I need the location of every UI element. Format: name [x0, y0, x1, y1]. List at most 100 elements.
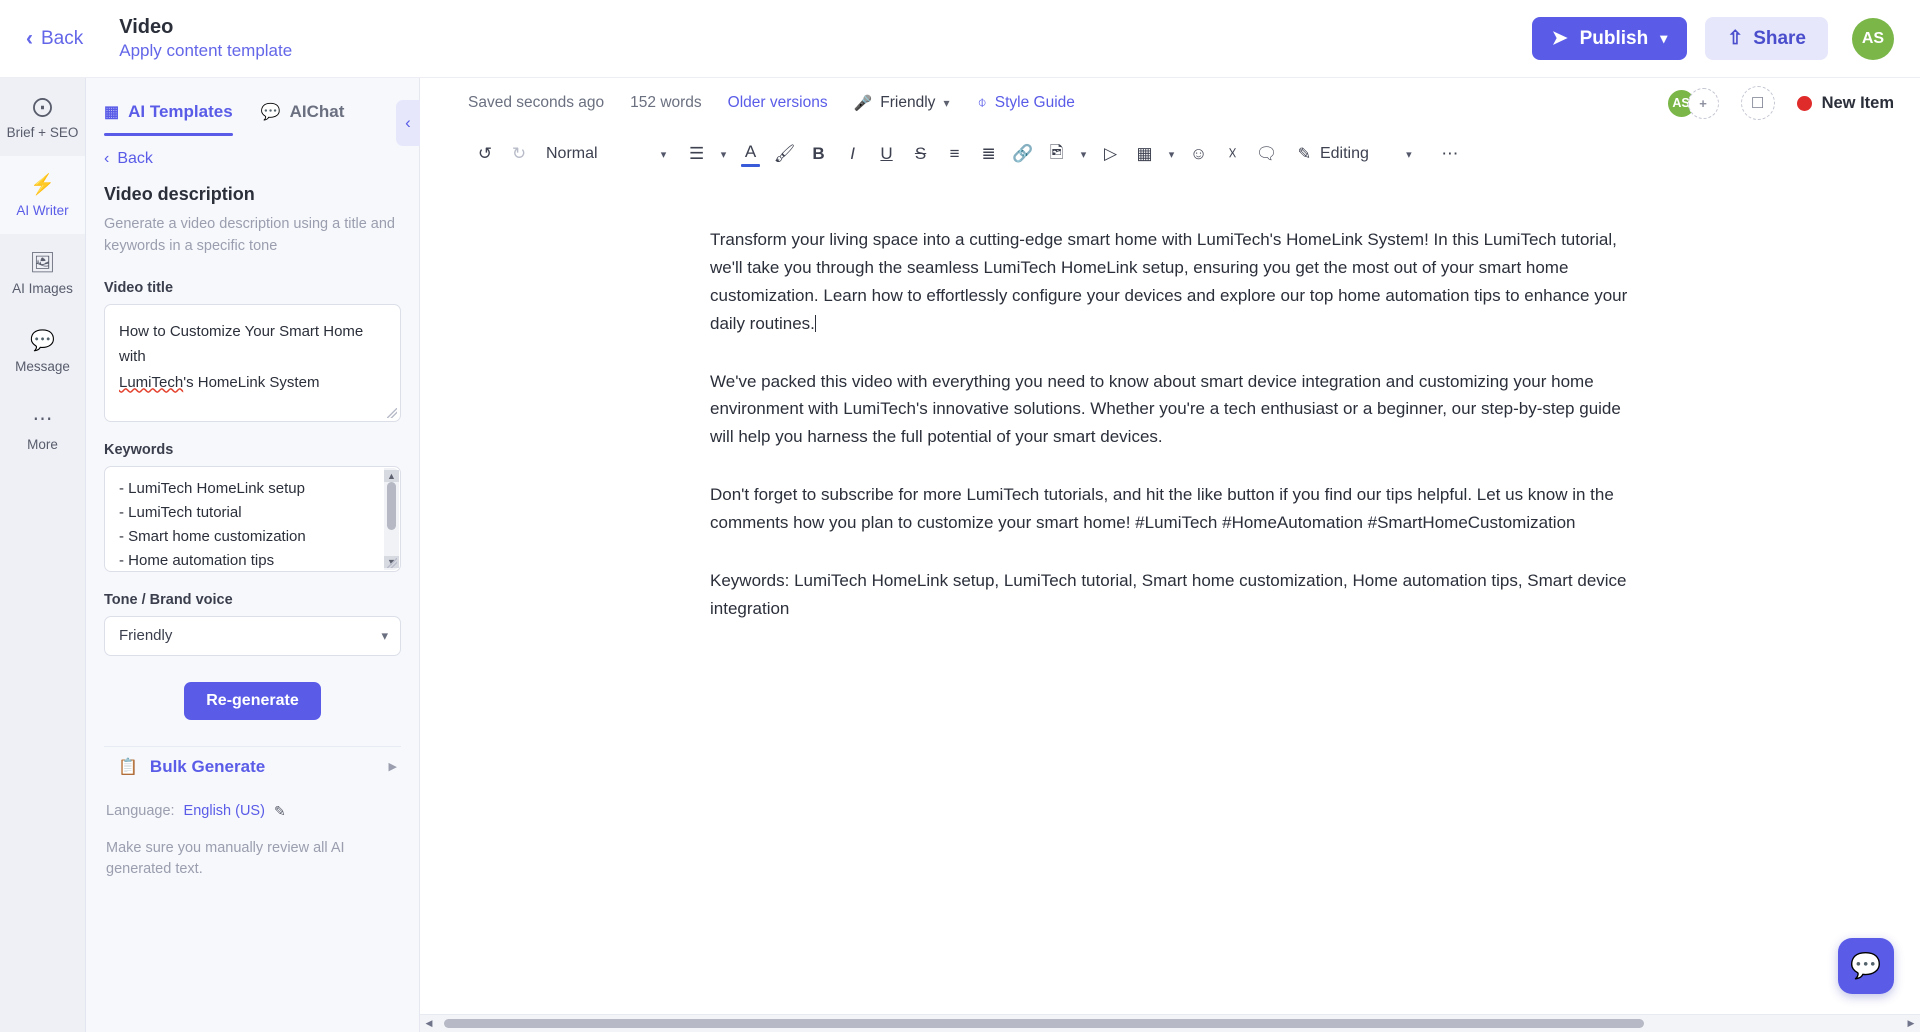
regenerate-button[interactable]: Re-generate: [184, 681, 321, 720]
sidebar-item-ai-images[interactable]: 🖼 AI Images: [0, 234, 85, 312]
image-icon[interactable]: 🖻: [1040, 137, 1074, 171]
chevron-down-icon[interactable]: ▾: [1399, 137, 1419, 171]
paragraph[interactable]: Don't forget to subscribe for more LumiT…: [710, 481, 1630, 537]
chevron-down-icon: ▾: [1660, 30, 1668, 46]
new-item-label: New Item: [1821, 93, 1894, 112]
numbered-list-icon[interactable]: ≣: [972, 137, 1006, 171]
bold-button[interactable]: B: [802, 137, 836, 171]
strikethrough-button[interactable]: S: [904, 137, 938, 171]
pencil-icon: ✎: [1297, 146, 1311, 163]
status-badge: [1796, 95, 1812, 111]
clear-format-icon[interactable]: ☓: [1216, 137, 1250, 171]
scroll-up-icon[interactable]: ▲: [384, 469, 399, 482]
paragraph[interactable]: Transform your living space into a cutti…: [710, 226, 1630, 338]
edit-icon[interactable]: ✎: [274, 803, 286, 820]
scrollbar-track[interactable]: [438, 1015, 1902, 1032]
tab-aichat[interactable]: 💬 AIChat: [261, 88, 345, 136]
sidebar-item-more[interactable]: ⋯ More: [0, 390, 85, 468]
list-item: - Home automation tips: [119, 552, 275, 570]
tab-ai-templates[interactable]: ▦ AI Templates: [104, 88, 233, 136]
panel-back-button[interactable]: ‹ Back: [104, 150, 401, 168]
chevron-down-icon[interactable]: ▾: [714, 137, 734, 171]
scrollbar-thumb[interactable]: [387, 481, 396, 530]
editor-area: Saved seconds ago 152 words Older versio…: [420, 78, 1920, 1032]
editor-toolbar: ↺ ↻ Normal ▾ ☰ ▾ A 🖌 B I U S ≡ ≣ 🔗 🖻 ▾ ▷…: [420, 128, 1920, 180]
chevron-right-icon: ▶: [388, 761, 397, 773]
paragraph-style-value: Normal: [546, 145, 598, 162]
scrollbar-thumb[interactable]: [444, 1018, 1644, 1028]
scroll-right-icon[interactable]: ▶: [1902, 1018, 1920, 1029]
underline-button[interactable]: U: [870, 137, 904, 171]
share-button[interactable]: ⇧ Share: [1705, 17, 1828, 60]
document-canvas[interactable]: Transform your living space into a cutti…: [420, 180, 1920, 1032]
paragraph[interactable]: Keywords: LumiTech HomeLink setup, LumiT…: [710, 567, 1630, 623]
chevron-down-icon: ▾: [381, 627, 388, 643]
chevron-down-icon[interactable]: ▾: [1074, 137, 1094, 171]
horizontal-scrollbar[interactable]: ◀ ▶: [420, 1014, 1920, 1032]
keywords-input[interactable]: - LumiTech HomeLink setup - LumiTech tut…: [104, 465, 401, 572]
emoji-icon[interactable]: ☺: [1182, 137, 1216, 171]
paragraph[interactable]: We've packed this video with everything …: [710, 368, 1630, 452]
link-icon[interactable]: 🔗: [1006, 137, 1040, 171]
highlighter-icon[interactable]: 🖌: [768, 137, 802, 171]
tone-select[interactable]: Friendly ▾: [104, 615, 401, 656]
more-options-icon[interactable]: ⋯: [1433, 137, 1467, 171]
support-chat-button[interactable]: 💬: [1838, 938, 1894, 994]
avatar[interactable]: AS: [1852, 17, 1894, 60]
undo-icon[interactable]: ↺: [468, 137, 502, 171]
upload-icon: ⇧: [1727, 28, 1744, 49]
paragraph-text: Transform your living space into a cutti…: [710, 230, 1628, 333]
template-title: Video description: [104, 184, 255, 204]
scroll-left-icon[interactable]: ◀: [420, 1018, 438, 1029]
body-row: ⨀ Brief + SEO ⚡ AI Writer 🖼 AI Images 💬 …: [0, 78, 1920, 1032]
editing-mode-button[interactable]: ✎ Editing: [1290, 137, 1377, 171]
sidebar-item-label: Message: [15, 358, 70, 374]
language-value[interactable]: English (US): [184, 803, 265, 819]
text-color-bar: [741, 163, 761, 167]
record-video-button[interactable]: ☐: [1740, 86, 1775, 120]
sidebar-item-message[interactable]: 💬 Message: [0, 312, 85, 390]
text-cursor: [814, 314, 817, 332]
paragraph-style-select[interactable]: Normal ▾: [536, 137, 678, 171]
chevron-down-icon[interactable]: ▾: [1162, 137, 1182, 171]
check-circle-icon: ⌽: [977, 94, 987, 111]
style-guide-button[interactable]: ⌽ Style Guide: [977, 94, 1074, 112]
list-item: - Smart home customization: [119, 528, 306, 546]
bulk-generate-row[interactable]: 📋 Bulk Generate ▶: [104, 745, 401, 787]
comment-icon[interactable]: 🗨: [1250, 137, 1284, 171]
video-title-line1: How to Customize Your Smart Home with: [119, 322, 368, 366]
publish-button[interactable]: ➤ Publish ▾: [1531, 17, 1688, 60]
text-color-icon[interactable]: A: [734, 137, 768, 171]
document-body: Transform your living space into a cutti…: [690, 226, 1650, 623]
video-title-input[interactable]: How to Customize Your Smart Home with Lum…: [104, 303, 401, 422]
tone-selector[interactable]: 🎤 Friendly ▾: [854, 94, 950, 112]
keywords-scrollbar[interactable]: ▲ ▼: [384, 467, 399, 570]
panel-back-label: Back: [117, 150, 153, 167]
apply-content-template-link[interactable]: Apply content template: [119, 41, 292, 61]
video-title-label: Video title: [104, 279, 174, 296]
align-left-icon[interactable]: ☰: [680, 137, 714, 171]
header-back-button[interactable]: ‹ Back: [18, 22, 91, 56]
resize-handle[interactable]: [387, 407, 397, 418]
target-icon: ⨀: [32, 95, 53, 118]
italic-button[interactable]: I: [836, 137, 870, 171]
sidebar-item-brief-seo[interactable]: ⨀ Brief + SEO: [0, 78, 85, 156]
keywords-list: - LumiTech HomeLink setup - LumiTech tut…: [105, 467, 400, 571]
resize-handle[interactable]: [387, 557, 397, 568]
sidebar-item-ai-writer[interactable]: ⚡ AI Writer: [0, 156, 85, 234]
chevron-left-icon: ‹: [104, 150, 110, 167]
older-versions-link[interactable]: Older versions: [728, 94, 828, 112]
sidebar-item-label: More: [27, 436, 58, 452]
copy-icon: 📋: [118, 758, 138, 776]
redo-icon[interactable]: ↻: [502, 137, 536, 171]
collapse-panel-button[interactable]: ‹: [396, 100, 420, 146]
play-icon[interactable]: ▷: [1094, 137, 1128, 171]
editing-label: Editing: [1319, 145, 1369, 162]
word-count: 152 words: [630, 94, 702, 111]
list-item: - LumiTech tutorial: [119, 503, 242, 521]
table-icon[interactable]: ▦: [1128, 137, 1162, 171]
add-collaborator-button[interactable]: +: [1687, 87, 1719, 119]
new-item-button[interactable]: New Item: [1796, 93, 1894, 113]
bulleted-list-icon[interactable]: ≡: [938, 137, 972, 171]
bulk-generate-label: Bulk Generate: [149, 756, 266, 776]
